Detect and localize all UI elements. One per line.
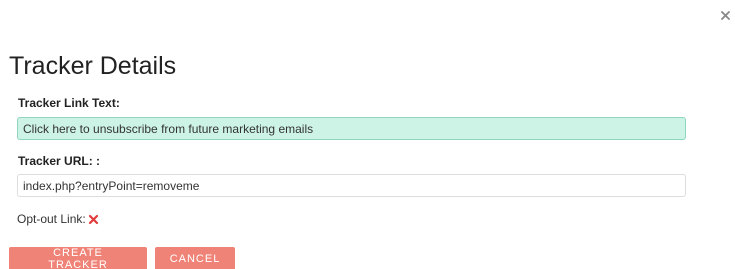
optout-label: Opt-out Link: xyxy=(17,212,86,226)
tracker-url-input[interactable] xyxy=(17,174,686,197)
cancel-button[interactable]: CANCEL xyxy=(155,247,235,269)
optout-checkbox[interactable] xyxy=(88,214,99,225)
create-tracker-button[interactable]: CREATE TRACKER xyxy=(9,247,147,269)
tracker-url-label: Tracker URL: : xyxy=(18,154,101,168)
tracker-link-text-label: Tracker Link Text: xyxy=(18,96,120,110)
close-icon xyxy=(720,10,730,20)
optout-row: Opt-out Link: xyxy=(17,212,99,226)
dialog-title: Tracker Details xyxy=(9,52,177,80)
tracker-details-dialog: Tracker Details Tracker Link Text: Track… xyxy=(0,0,735,269)
tracker-link-text-input[interactable] xyxy=(17,117,686,140)
x-mark-icon xyxy=(88,214,98,224)
close-button[interactable] xyxy=(719,9,731,21)
